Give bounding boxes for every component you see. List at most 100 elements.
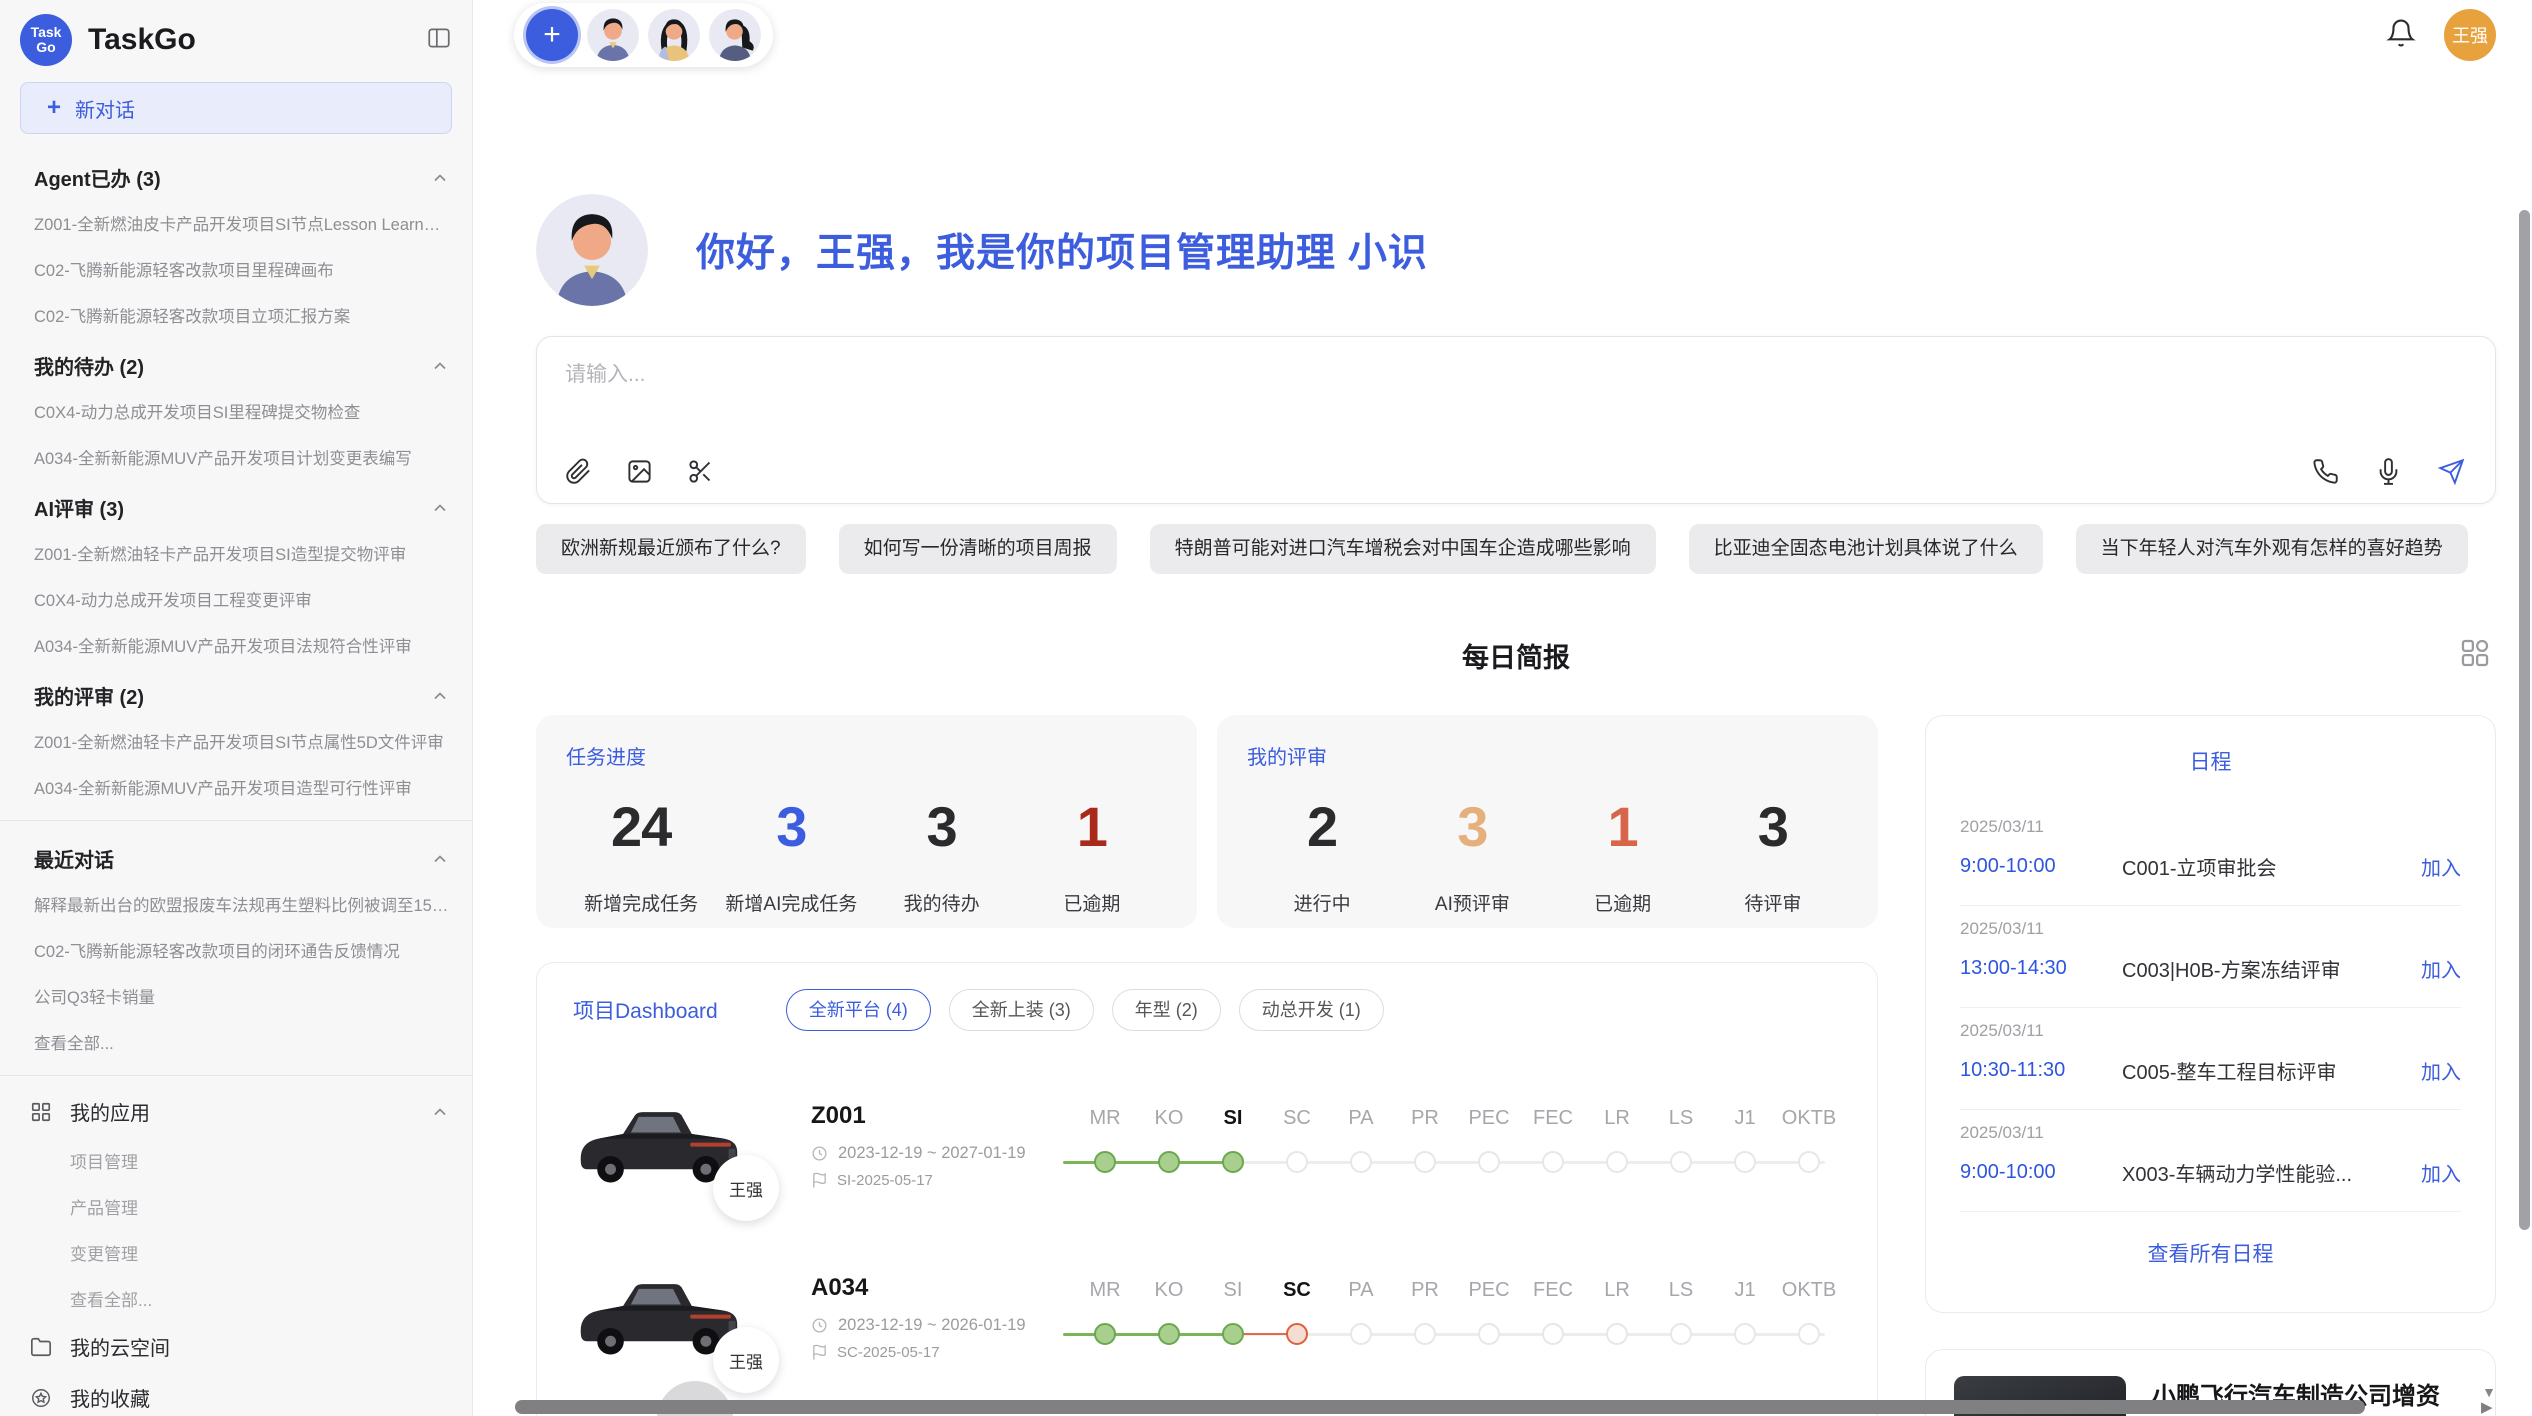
sidebar-item[interactable]: C02-飞腾新能源轻客改款项目里程碑画布 xyxy=(0,246,472,292)
dashboard-filter-chip[interactable]: 全新上装 (3) xyxy=(949,989,1094,1031)
suggestion-chip[interactable]: 特朗普可能对进口汽车增税会对中国车企造成哪些影响 xyxy=(1150,524,1656,574)
milestone-dot[interactable] xyxy=(1606,1323,1628,1345)
app-sub-item[interactable]: 项目管理 xyxy=(0,1137,472,1183)
sidebar-item[interactable]: C0X4-动力总成开发项目工程变更评审 xyxy=(0,576,472,622)
milestone-label: PA xyxy=(1329,1107,1393,1130)
project-row[interactable]: 王强A0342023-12-19 ~ 2026-01-19SC-2025-05-… xyxy=(573,1259,1841,1375)
sidebar-item[interactable]: C0X4-动力总成开发项目SI里程碑提交物检查 xyxy=(0,388,472,434)
avatar[interactable] xyxy=(587,9,639,61)
collapse-sidebar-icon[interactable] xyxy=(426,25,452,56)
suggestion-chip[interactable]: 比亚迪全固态电池计划具体说了什么 xyxy=(1689,524,2043,574)
milestone-dot[interactable] xyxy=(1350,1323,1372,1345)
view-all-schedule-link[interactable]: 查看所有日程 xyxy=(1960,1212,2461,1268)
sidebar-item-cloud-space[interactable]: 我的云空间 xyxy=(0,1321,472,1372)
project-row[interactable]: 王强Z0012023-12-19 ~ 2027-01-19SI-2025-05-… xyxy=(573,1087,1841,1203)
stat-label: 我的待办 xyxy=(867,889,1017,916)
milestone-dot[interactable] xyxy=(1798,1151,1820,1173)
dashboard-filter-chip[interactable]: 动总开发 (1) xyxy=(1239,989,1384,1031)
notification-bell-icon[interactable] xyxy=(2386,18,2416,53)
stat-label: AI预评审 xyxy=(1397,889,1547,916)
join-link[interactable]: 加入 xyxy=(2421,1056,2461,1085)
milestone-dot[interactable] xyxy=(1094,1151,1116,1173)
milestone-dot[interactable] xyxy=(1734,1323,1756,1345)
sidebar-item-my-apps[interactable]: 我的应用 xyxy=(0,1086,472,1137)
chevron-up-icon[interactable] xyxy=(430,498,450,518)
scroll-down-arrow[interactable]: ▼ xyxy=(2482,1384,2496,1400)
horizontal-scrollbar[interactable] xyxy=(515,1400,2365,1414)
vertical-scrollbar[interactable] xyxy=(2519,210,2530,1230)
user-avatar[interactable]: 王强 xyxy=(2444,9,2496,61)
app-sub-item[interactable]: 产品管理 xyxy=(0,1183,472,1229)
milestone-dot[interactable] xyxy=(1414,1151,1436,1173)
chevron-up-icon[interactable] xyxy=(430,168,450,188)
clock-icon xyxy=(811,1317,828,1334)
sidebar-section-header[interactable]: AI评审 (3) xyxy=(0,480,472,530)
join-link[interactable]: 加入 xyxy=(2421,852,2461,881)
sidebar-section-recent[interactable]: 最近对话 xyxy=(0,831,472,881)
recent-chat-item[interactable]: C02-飞腾新能源轻客改款项目的闭环通告反馈情况 xyxy=(0,927,472,973)
sidebar-section-header[interactable]: 我的评审 (2) xyxy=(0,668,472,718)
layout-grid-icon[interactable] xyxy=(2458,636,2492,675)
milestone-dot[interactable] xyxy=(1158,1323,1180,1345)
join-link[interactable]: 加入 xyxy=(2421,1158,2461,1187)
milestone-dot[interactable] xyxy=(1350,1151,1372,1173)
milestone-dot[interactable] xyxy=(1414,1323,1436,1345)
milestone-dot[interactable] xyxy=(1222,1323,1244,1345)
chevron-up-icon[interactable] xyxy=(430,1102,450,1122)
stat-value: 2 xyxy=(1247,794,1397,859)
suggestion-chip[interactable]: 当下年轻人对汽车外观有怎样的喜好趋势 xyxy=(2076,524,2468,574)
milestone-label: MR xyxy=(1073,1279,1137,1302)
sidebar-item[interactable]: A034-全新新能源MUV产品开发项目造型可行性评审 xyxy=(0,764,472,810)
add-member-button[interactable]: + xyxy=(526,9,578,61)
dashboard-filter-chip[interactable]: 年型 (2) xyxy=(1112,989,1221,1031)
milestone-dot[interactable] xyxy=(1670,1151,1692,1173)
suggestion-chip[interactable]: 欧洲新规最近颁布了什么? xyxy=(536,524,806,574)
milestone-dot[interactable] xyxy=(1094,1323,1116,1345)
avatar[interactable] xyxy=(648,9,700,61)
chevron-up-icon[interactable] xyxy=(430,849,450,869)
message-input[interactable] xyxy=(565,363,2465,387)
sidebar-item[interactable]: Z001-全新燃油皮卡产品开发项目SI节点Lesson Learn报告 xyxy=(0,200,472,246)
sidebar-item[interactable]: A034-全新新能源MUV产品开发项目计划变更表编写 xyxy=(0,434,472,480)
app-sub-item[interactable]: 变更管理 xyxy=(0,1229,472,1275)
milestone-dot[interactable] xyxy=(1734,1151,1756,1173)
image-icon[interactable] xyxy=(626,458,653,485)
milestone-dot[interactable] xyxy=(1606,1151,1628,1173)
dashboard-filter-chip[interactable]: 全新平台 (4) xyxy=(786,989,931,1031)
milestone-dot[interactable] xyxy=(1286,1151,1308,1173)
avatar[interactable] xyxy=(709,9,761,61)
send-icon[interactable] xyxy=(2438,458,2465,485)
sidebar-item[interactable]: C02-飞腾新能源轻客改款项目立项汇报方案 xyxy=(0,292,472,338)
milestone-dot[interactable] xyxy=(1542,1323,1564,1345)
suggestion-chip[interactable]: 如何写一份清晰的项目周报 xyxy=(839,524,1117,574)
sidebar-item[interactable]: Z001-全新燃油轻卡产品开发项目SI节点属性5D文件评审 xyxy=(0,718,472,764)
milestone-dot[interactable] xyxy=(1478,1323,1500,1345)
sidebar-section-header[interactable]: 我的待办 (2) xyxy=(0,338,472,388)
phone-icon[interactable] xyxy=(2312,458,2339,485)
recent-chat-item[interactable]: 查看全部... xyxy=(0,1019,472,1065)
app-sub-item[interactable]: 查看全部... xyxy=(0,1275,472,1321)
milestone-dot[interactable] xyxy=(1478,1151,1500,1173)
join-link[interactable]: 加入 xyxy=(2421,954,2461,983)
sidebar-item[interactable]: A034-全新新能源MUV产品开发项目法规符合性评审 xyxy=(0,622,472,668)
milestone-dot[interactable] xyxy=(1286,1323,1308,1345)
sidebar-section-header[interactable]: Agent已办 (3) xyxy=(0,150,472,200)
sidebar-item-favorites[interactable]: 我的收藏 xyxy=(0,1372,472,1416)
recent-chat-item[interactable]: 解释最新出台的欧盟报废车法规再生塑料比例被调至15%... xyxy=(0,881,472,927)
new-chat-button[interactable]: + 新对话 xyxy=(20,82,452,134)
microphone-icon[interactable] xyxy=(2375,458,2402,485)
milestone-dot[interactable] xyxy=(1670,1323,1692,1345)
recent-chat-item[interactable]: 公司Q3轻卡销量 xyxy=(0,973,472,1019)
attachment-icon[interactable] xyxy=(565,458,592,485)
milestone-dot[interactable] xyxy=(1798,1323,1820,1345)
milestone-dot[interactable] xyxy=(1542,1151,1564,1173)
milestone-label: PR xyxy=(1393,1107,1457,1130)
milestone-dot[interactable] xyxy=(1158,1151,1180,1173)
chevron-up-icon[interactable] xyxy=(430,686,450,706)
scroll-right-arrow[interactable]: ▶ xyxy=(2481,1398,2493,1416)
milestone-dot[interactable] xyxy=(1222,1151,1244,1173)
sidebar-item[interactable]: Z001-全新燃油轻卡产品开发项目SI造型提交物评审 xyxy=(0,530,472,576)
chevron-up-icon[interactable] xyxy=(430,356,450,376)
stat-value: 3 xyxy=(716,794,866,859)
scissors-icon[interactable] xyxy=(687,458,714,485)
